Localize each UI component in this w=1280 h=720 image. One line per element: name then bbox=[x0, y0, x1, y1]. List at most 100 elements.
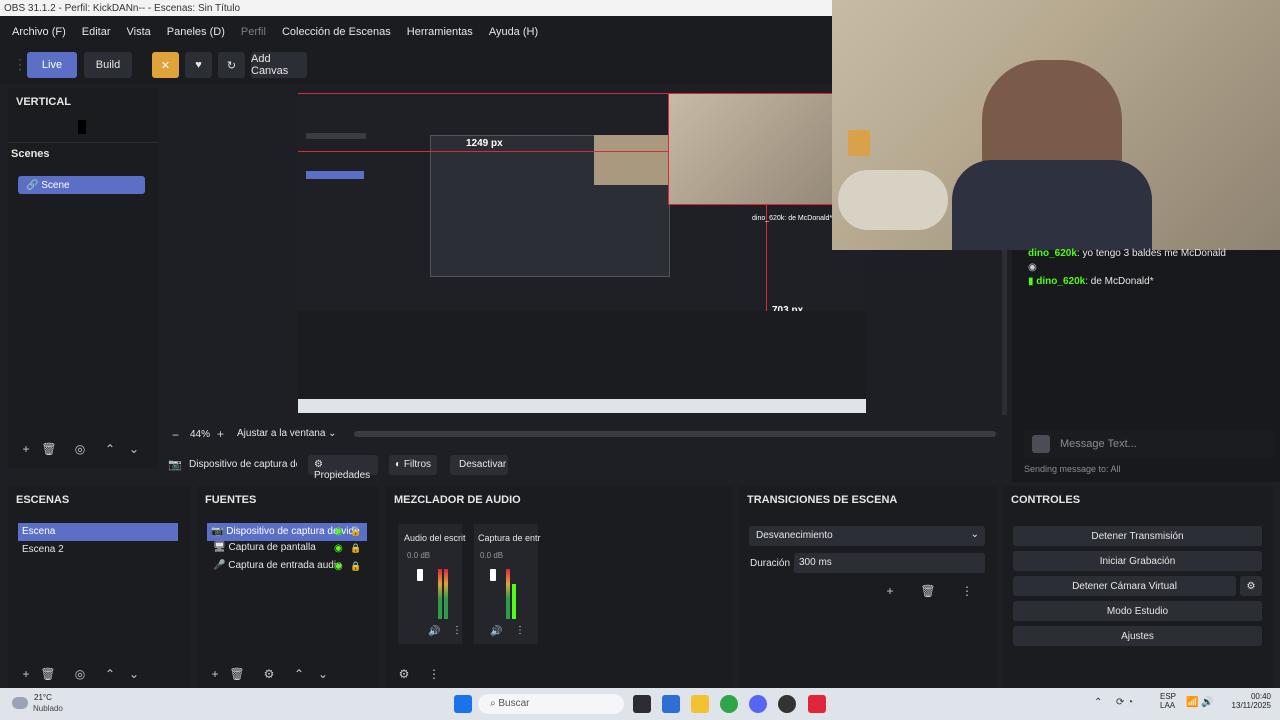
lock-icon[interactable]: 🔒 bbox=[350, 561, 361, 572]
preview-canvas[interactable]: 1249 px 703 px dino_620k: de McDonald* bbox=[298, 93, 866, 413]
start-recording-button[interactable]: Iniciar Grabación bbox=[1013, 551, 1262, 571]
language-indicator[interactable]: ESP LAA bbox=[1160, 692, 1176, 710]
zoom-out-button[interactable]: − bbox=[172, 428, 179, 442]
trash-icon[interactable]: 🗑 bbox=[38, 664, 58, 684]
lock-icon[interactable]: 🔒 bbox=[350, 526, 361, 537]
trash-icon[interactable]: 🗑 bbox=[39, 439, 59, 459]
trash-icon[interactable]: 🗑 bbox=[227, 664, 247, 684]
calculator-icon[interactable] bbox=[662, 695, 680, 713]
chat-input-box[interactable]: Message Text... bbox=[1024, 430, 1274, 458]
chat-user: dino_620k bbox=[1036, 276, 1086, 287]
source-item-screen[interactable]: 🖥 Captura de pantalla bbox=[213, 542, 316, 553]
filters-button[interactable]: ◐ Filtros bbox=[389, 455, 437, 475]
visibility-eye-icon[interactable]: ◉ bbox=[334, 561, 343, 572]
weather-desc: Nublado bbox=[33, 704, 63, 713]
source-item-video[interactable]: 📷 Dispositivo de captura de vide bbox=[207, 523, 367, 541]
more-options-icon[interactable]: ⋮ bbox=[452, 625, 462, 636]
nested-taskbar bbox=[298, 399, 866, 413]
horizontal-scrollbar[interactable] bbox=[354, 431, 996, 437]
trash-icon[interactable]: 🗑 bbox=[918, 581, 938, 601]
stop-streaming-button[interactable]: Detener Transmisión bbox=[1013, 526, 1262, 546]
menu-herramientas[interactable]: Herramientas bbox=[407, 26, 473, 38]
menu-archivo[interactable]: Archivo (F) bbox=[12, 26, 66, 38]
vertical-scene-item[interactable]: 🔗 Scene bbox=[18, 176, 145, 194]
obs-icon[interactable] bbox=[778, 695, 796, 713]
network-volume-icons[interactable]: 📶 🔊 bbox=[1186, 697, 1214, 708]
drag-handle-icon[interactable]: ⋮ bbox=[13, 56, 27, 73]
discord-icon[interactable] bbox=[749, 695, 767, 713]
tools-icon[interactable]: ✕ bbox=[152, 52, 179, 78]
zoom-in-button[interactable]: + bbox=[217, 427, 224, 441]
settings-button[interactable]: Ajustes bbox=[1013, 626, 1262, 646]
task-view-icon[interactable] bbox=[633, 695, 651, 713]
heart-icon[interactable]: ♥ bbox=[185, 52, 212, 78]
controls-title: CONTROLES bbox=[1011, 494, 1081, 506]
stop-virtual-camera-button[interactable]: Detener Cámara Virtual bbox=[1013, 576, 1236, 596]
transition-type: Desvanecimiento bbox=[756, 530, 833, 541]
filter-icon[interactable]: ◎ bbox=[70, 439, 90, 459]
add-canvas-button[interactable]: Add Canvas bbox=[251, 52, 307, 78]
more-options-icon[interactable]: ⋮ bbox=[957, 581, 977, 601]
taskbar-search[interactable]: ⌕ Buscar bbox=[478, 694, 624, 714]
chat-emote-icon[interactable] bbox=[1032, 435, 1050, 453]
clock[interactable]: 00:40 13/11/2025 bbox=[1229, 692, 1271, 710]
scene-item[interactable]: Escena bbox=[18, 523, 178, 541]
vertical-canvas-panel: VERTICAL Scenes 🔗 Scene + 🗑 ◎ ⌃ ⌄ bbox=[8, 88, 158, 468]
system-tray-icons[interactable]: ⟳ ◔ bbox=[1116, 697, 1133, 708]
add-icon[interactable]: + bbox=[16, 439, 36, 459]
menu-ayuda[interactable]: Ayuda (H) bbox=[489, 26, 538, 38]
more-options-icon[interactable]: ⋮ bbox=[515, 625, 525, 636]
move-down-icon[interactable]: ⌄ bbox=[124, 664, 144, 684]
move-up-icon[interactable]: ⌃ bbox=[289, 664, 309, 684]
menu-paneles[interactable]: Paneles (D) bbox=[167, 26, 225, 38]
vertical-scene-label: Scene bbox=[41, 180, 70, 191]
lock-icon[interactable]: 🔒 bbox=[350, 543, 361, 554]
speaker-icon[interactable]: 🔊 bbox=[490, 626, 502, 637]
speaker-icon[interactable]: 🔊 bbox=[428, 626, 440, 637]
visibility-eye-icon[interactable]: ◉ bbox=[334, 543, 343, 554]
transition-select[interactable]: Desvanecimiento ⌄ bbox=[749, 526, 985, 546]
lang-layout: LAA bbox=[1160, 701, 1176, 710]
visibility-eye-icon[interactable]: ◉ bbox=[334, 526, 343, 537]
fit-label: Ajustar a la ventana bbox=[237, 428, 326, 439]
add-icon[interactable]: + bbox=[880, 581, 900, 601]
add-icon[interactable]: + bbox=[205, 664, 225, 684]
weather-temp: 21°C bbox=[34, 693, 52, 702]
mixer-title: MEZCLADOR DE AUDIO bbox=[394, 494, 521, 506]
windows-start-icon[interactable] bbox=[454, 695, 472, 713]
menu-perfil[interactable]: Perfil bbox=[241, 26, 266, 38]
filter-icon[interactable]: ◎ bbox=[70, 664, 90, 684]
menu-editar[interactable]: Editar bbox=[82, 26, 111, 38]
deactivate-button[interactable]: Desactivar bbox=[450, 455, 508, 475]
gear-icon[interactable]: ⚙ bbox=[394, 664, 414, 684]
move-up-icon[interactable]: ⌃ bbox=[100, 664, 120, 684]
chrome-icon[interactable] bbox=[720, 695, 738, 713]
gear-icon[interactable]: ⚙ bbox=[1240, 576, 1262, 596]
properties-button[interactable]: ⚙ Propiedades bbox=[308, 455, 378, 481]
tiktok-icon[interactable] bbox=[808, 695, 826, 713]
refresh-icon[interactable]: ↻ bbox=[218, 52, 245, 78]
move-down-icon[interactable]: ⌄ bbox=[313, 664, 333, 684]
gear-icon[interactable]: ⚙ bbox=[259, 664, 279, 684]
move-down-icon[interactable]: ⌄ bbox=[124, 439, 144, 459]
transitions-title: TRANSICIONES DE ESCENA bbox=[747, 494, 898, 506]
volume-slider[interactable] bbox=[417, 569, 423, 581]
menu-vista[interactable]: Vista bbox=[127, 26, 151, 38]
volume-slider[interactable] bbox=[490, 569, 496, 581]
move-up-icon[interactable]: ⌃ bbox=[100, 439, 120, 459]
more-options-icon[interactable]: ⋮ bbox=[424, 664, 444, 684]
scene-item[interactable]: Escena 2 bbox=[22, 544, 64, 555]
live-button[interactable]: Live bbox=[27, 52, 77, 78]
add-icon[interactable]: + bbox=[16, 664, 36, 684]
menu-coleccion-escenas[interactable]: Colección de Escenas bbox=[282, 26, 391, 38]
duration-input[interactable]: 300 ms bbox=[794, 553, 985, 573]
chevron-up-icon[interactable]: ⌃ bbox=[1094, 697, 1102, 708]
search-icon: ⌕ bbox=[490, 698, 496, 709]
fit-dropdown[interactable]: Ajustar a la ventana ⌄ bbox=[237, 428, 343, 442]
studio-mode-button[interactable]: Modo Estudio bbox=[1013, 601, 1262, 621]
file-explorer-icon[interactable] bbox=[691, 695, 709, 713]
source-item-audio[interactable]: 🎤 Captura de entrada audio bbox=[213, 560, 342, 571]
width-measure-label: 1249 px bbox=[466, 138, 503, 149]
build-button[interactable]: Build bbox=[84, 52, 132, 78]
nested-webcam bbox=[594, 135, 670, 185]
